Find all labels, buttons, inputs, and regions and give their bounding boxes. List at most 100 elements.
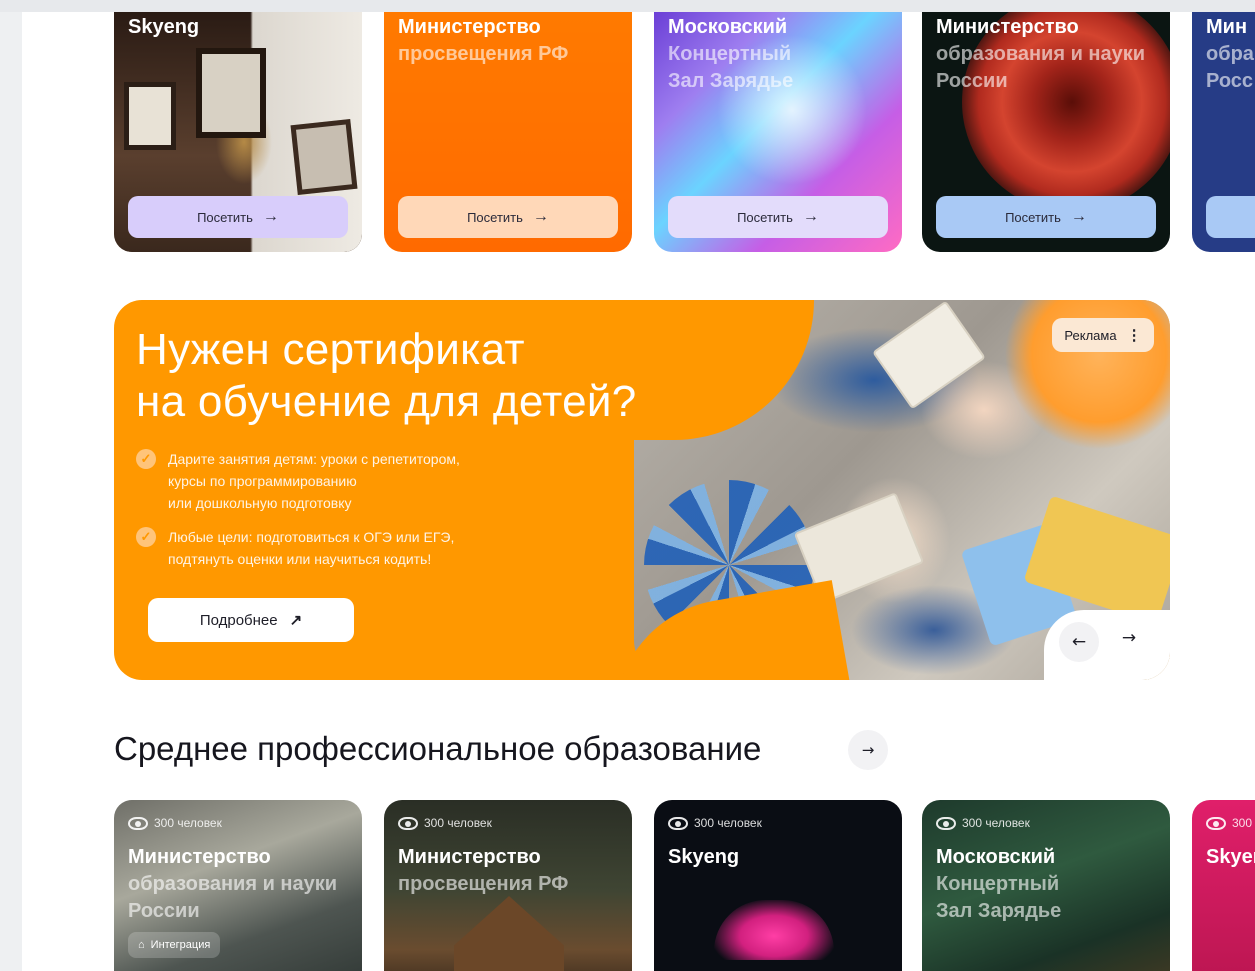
card-title-line: Skyeng — [668, 846, 740, 868]
arrow-right-icon: → — [1070, 208, 1087, 225]
card-title: Skyeng — [668, 844, 892, 871]
banner-heading-line: Нужен сертификат — [136, 325, 525, 374]
visit-button-label: Посетить — [1005, 209, 1061, 225]
card-title: Skyeng — [128, 14, 352, 41]
visit-button-label: Посетить — [197, 209, 253, 225]
card-title-line: Концертный — [936, 873, 1060, 895]
views-label: 300 человек — [424, 816, 492, 830]
card-title: Министерство просвещения РФ — [398, 14, 622, 68]
browser-top-strip — [0, 0, 1255, 12]
views-count: 300 человек — [936, 816, 1030, 830]
more-button-label: Подробнее — [199, 611, 278, 629]
card-title-line: обра — [1206, 43, 1254, 65]
course-card[interactable]: 300 человек Министерство образования и н… — [114, 800, 362, 971]
org-card-zaryadye-hall[interactable]: Московский Концертный Зал Зарядье Посети… — [654, 12, 902, 252]
arrow-up-right-icon: ↗ — [289, 612, 303, 629]
course-card-partial[interactable]: 300 Skyer — [1192, 800, 1255, 971]
visit-button[interactable]: Посетить → — [128, 196, 348, 238]
bullet-line: Дарите занятия детям: уроки с репетиторо… — [168, 451, 460, 467]
arrow-right-icon: → — [861, 741, 875, 759]
views-label: 300 человек — [694, 816, 762, 830]
card-title-line: Московский — [668, 16, 788, 38]
course-card[interactable]: 300 человек Министерство просвещения РФ — [384, 800, 632, 971]
org-card-partial[interactable]: Мин обра Росс — [1192, 12, 1255, 252]
banner-bullet: ✓ Дарите занятия детям: уроки с репетито… — [136, 448, 556, 514]
promo-banner[interactable]: Нужен сертификат на обучение для детей? … — [114, 300, 1170, 680]
course-card[interactable]: 300 человек Московский Концертный Зал За… — [922, 800, 1170, 971]
card-title-line: Росс — [1206, 70, 1254, 92]
eye-icon — [1206, 816, 1226, 830]
ad-badge-label: Реклама — [1064, 327, 1117, 343]
card-title-line: Министерство — [398, 16, 541, 38]
card-title-line: Skyer — [1206, 846, 1255, 868]
views-count: 300 человек — [668, 816, 762, 830]
visit-button-label: Посетить — [467, 209, 523, 225]
views-count: 300 — [1206, 816, 1252, 830]
content-panel: Skyeng Посетить → Министерство просвещен… — [22, 12, 1255, 971]
visit-button[interactable]: Посетить → — [398, 196, 618, 238]
card-photo-frame — [196, 48, 266, 138]
ad-badge[interactable]: Реклама ⋮ — [1052, 318, 1154, 352]
banner-bullet: ✓ Любые цели: подготовиться к ОГЭ или ЕГ… — [136, 526, 556, 570]
card-title-line: Министерство — [936, 16, 1079, 38]
bullet-line: курсы по программированию — [168, 473, 357, 489]
more-button[interactable]: Подробнее ↗ — [148, 598, 354, 642]
banner-next-button[interactable]: → — [1109, 618, 1149, 658]
card-title-line: образования и науки — [128, 873, 338, 895]
org-card-ministry-science[interactable]: Министерство образования и науки России … — [922, 12, 1170, 252]
card-title: Московский Концертный Зал Зарядье — [668, 14, 892, 95]
card-title-line: просвещения РФ — [398, 43, 569, 65]
card-title-line: России — [936, 70, 1008, 92]
banner-prev-button[interactable]: ← — [1059, 622, 1099, 662]
course-card[interactable]: 300 человек Skyeng — [654, 800, 902, 971]
card-title: Министерство образования и науки России — [936, 14, 1160, 95]
card-title: Московский Концертный Зал Зарядье — [936, 844, 1160, 925]
card-title-line: России — [128, 900, 200, 922]
banner-bullet-text: Дарите занятия детям: уроки с репетиторо… — [168, 448, 460, 514]
card-title-line: Московский — [936, 846, 1056, 868]
tag-icon: ⌂ — [138, 939, 145, 951]
bullet-line: подтянуть оценки или научиться кодить! — [168, 551, 432, 567]
card-photo — [714, 900, 834, 960]
arrow-right-icon: → — [532, 208, 549, 225]
arrow-left-icon: ← — [1071, 632, 1087, 652]
card-photo-frame — [290, 119, 358, 195]
views-count: 300 человек — [128, 816, 222, 830]
banner-heading-line: на обучение для детей? — [136, 377, 637, 426]
org-card-skyeng[interactable]: Skyeng Посетить → — [114, 12, 362, 252]
views-label: 300 — [1232, 816, 1253, 830]
card-title-line: Зал Зарядье — [668, 70, 794, 92]
integration-tag: ⌂ Интеграция — [128, 932, 221, 958]
eye-icon — [936, 816, 956, 830]
visit-button[interactable]: Посетить → — [936, 196, 1156, 238]
card-title: Skyer — [1206, 844, 1255, 871]
visit-button[interactable]: Посетить → — [668, 196, 888, 238]
card-title-line: Зал Зарядье — [936, 900, 1062, 922]
check-icon: ✓ — [136, 527, 156, 547]
tag-label: Интеграция — [150, 939, 211, 951]
card-title: Мин обра Росс — [1206, 14, 1255, 95]
views-label: 300 человек — [154, 816, 222, 830]
bullet-line: Любые цели: подготовиться к ОГЭ или ЕГЭ, — [168, 529, 455, 545]
card-photo — [454, 896, 564, 971]
views-count: 300 человек — [398, 816, 492, 830]
eye-icon — [128, 816, 148, 830]
card-title-line: просвещения РФ — [398, 873, 569, 895]
visit-button-label: Посетить — [737, 209, 793, 225]
card-title-line: Министерство — [128, 846, 271, 868]
check-icon: ✓ — [136, 449, 156, 469]
card-title-line: Концертный — [668, 43, 792, 65]
card-title: Министерство просвещения РФ — [398, 844, 622, 898]
views-label: 300 человек — [962, 816, 1030, 830]
card-title: Министерство образования и науки России — [128, 844, 352, 925]
card-title-line: Skyeng — [128, 16, 200, 38]
bullet-line: или дошкольную подготовку — [168, 495, 352, 511]
visit-button[interactable] — [1206, 196, 1255, 238]
card-title-line: Мин — [1206, 16, 1248, 38]
card-title-line: образования и науки — [936, 43, 1146, 65]
arrow-right-icon: → — [262, 208, 279, 225]
arrow-right-icon: → — [1121, 628, 1137, 648]
org-card-ministry-enlightenment[interactable]: Министерство просвещения РФ Посетить → — [384, 12, 632, 252]
section-more-button[interactable]: → — [848, 730, 888, 770]
card-title-line: Министерство — [398, 846, 541, 868]
